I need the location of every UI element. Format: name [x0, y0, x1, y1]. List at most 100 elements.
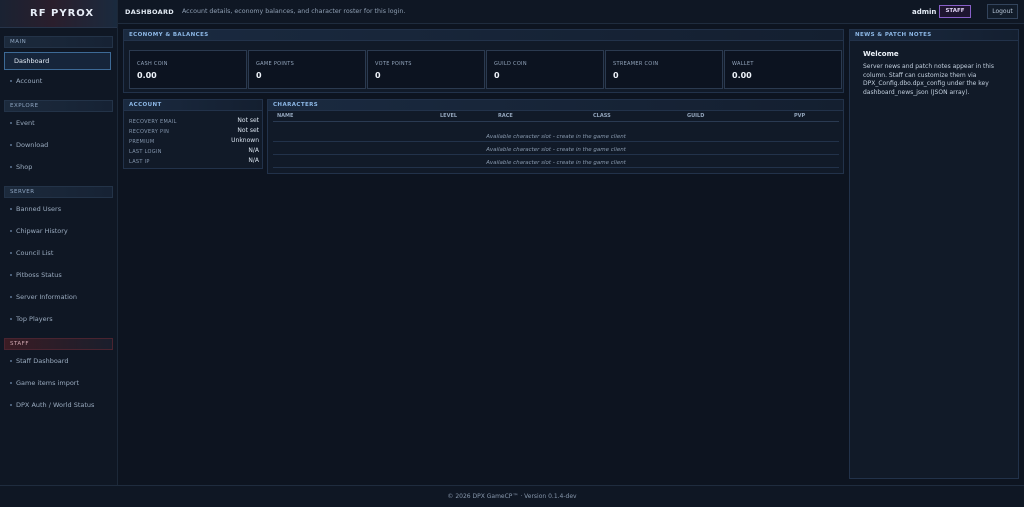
- bullet-icon: [10, 274, 12, 276]
- sidebar-item-staff-dashboard[interactable]: Staff Dashboard: [0, 350, 117, 372]
- column-header-race: RACE: [498, 113, 513, 119]
- balance-label: GAME POINTS: [256, 61, 295, 67]
- bullet-icon: [10, 318, 12, 320]
- bullet-icon: [10, 80, 12, 82]
- bullet-icon: [10, 382, 12, 384]
- character-slot-row: Available character slot - create in the…: [273, 145, 839, 155]
- sidebar-item-label: Server Information: [16, 293, 78, 301]
- account-value: Not set: [237, 127, 259, 134]
- sidebar-item-top-players[interactable]: Top Players: [0, 308, 117, 330]
- sidebar-item-label: Account: [16, 77, 43, 85]
- bullet-icon: [10, 122, 12, 124]
- guild-coin-box: GUILD COIN 0: [486, 50, 604, 89]
- balance-value: 0: [613, 71, 619, 80]
- news-panel: NEWS & PATCH NOTES Welcome Server news a…: [849, 29, 1019, 479]
- table-divider: [273, 121, 839, 122]
- game-points-box: GAME POINTS 0: [248, 50, 366, 89]
- account-key: LAST LOGIN: [129, 149, 162, 155]
- wallet-box: WALLET 0.00: [724, 50, 842, 89]
- bullet-icon: [10, 144, 12, 146]
- logout-button[interactable]: Logout: [987, 4, 1018, 19]
- character-slot-row: Available character slot - create in the…: [273, 158, 839, 168]
- account-row: PREMIUM Unknown: [129, 137, 259, 146]
- balance-label: STREAMER COIN: [613, 61, 659, 67]
- sidebar-item-pitboss-status[interactable]: Pitboss Status: [0, 264, 117, 286]
- vote-points-box: VOTE POINTS 0: [367, 50, 485, 89]
- character-slot-row: Available character slot - create in the…: [273, 132, 839, 142]
- sidebar-item-chipwar-history[interactable]: Chipwar History: [0, 220, 117, 242]
- sidebar-section-explore: EXPLORE: [4, 100, 113, 112]
- sidebar-item-label: Chipwar History: [16, 227, 68, 235]
- account-key: LAST IP: [129, 159, 150, 165]
- balance-label: CASH COIN: [137, 61, 168, 67]
- sidebar-item-download[interactable]: Download: [0, 134, 117, 156]
- bullet-icon: [10, 360, 12, 362]
- cash-coin-box: CASH COIN 0.00: [129, 50, 247, 89]
- balance-label: GUILD COIN: [494, 61, 527, 67]
- sidebar-item-label: Banned Users: [16, 205, 62, 213]
- sidebar-item-shop[interactable]: Shop: [0, 156, 117, 178]
- news-panel-title: NEWS & PATCH NOTES: [850, 30, 1018, 41]
- account-row: RECOVERY EMAIL Not set: [129, 117, 259, 126]
- sidebar-item-server-information[interactable]: Server Information: [0, 286, 117, 308]
- column-header-guild: GUILD: [687, 113, 705, 119]
- sidebar-item-dashboard[interactable]: Dashboard: [4, 52, 111, 70]
- bullet-icon: [10, 404, 12, 406]
- bullet-icon: [10, 252, 12, 254]
- sidebar: RF PYROX MAIN Dashboard Account EXPLORE …: [0, 0, 118, 485]
- sidebar-item-game-items-import[interactable]: Game items import: [0, 372, 117, 394]
- account-row: LAST IP N/A: [129, 157, 259, 166]
- username: admin: [912, 8, 937, 16]
- column-header-class: CLASS: [593, 113, 611, 119]
- sidebar-item-label: Top Players: [16, 315, 53, 323]
- sidebar-item-label: Pitboss Status: [16, 271, 62, 279]
- news-body: Server news and patch notes appear in th…: [863, 63, 994, 96]
- sidebar-item-label: Download: [16, 141, 49, 149]
- sidebar-item-account[interactable]: Account: [0, 70, 117, 92]
- sidebar-item-label: Game items import: [16, 379, 80, 387]
- sidebar-item-council-list[interactable]: Council List: [0, 242, 117, 264]
- account-value: N/A: [248, 157, 259, 164]
- brand-logo[interactable]: RF PYROX: [0, 0, 117, 28]
- sidebar-item-label: Shop: [16, 163, 33, 171]
- sidebar-item-label: DPX Auth / World Status: [16, 401, 95, 409]
- balance-value: 0: [256, 71, 262, 80]
- streamer-coin-box: STREAMER COIN 0: [605, 50, 723, 89]
- balance-label: VOTE POINTS: [375, 61, 412, 67]
- sidebar-item-label: Event: [16, 119, 35, 127]
- account-value: Unknown: [231, 137, 259, 144]
- economy-panel-title: ECONOMY & BALANCES: [124, 30, 843, 41]
- column-header-level: LEVEL: [440, 113, 458, 119]
- balance-value: 0.00: [137, 71, 157, 80]
- sidebar-item-dpx-auth[interactable]: DPX Auth / World Status: [0, 394, 117, 416]
- bullet-icon: [10, 166, 12, 168]
- page-subtitle: Account details, economy balances, and c…: [181, 8, 406, 15]
- account-panel-title: ACCOUNT: [124, 100, 262, 111]
- sidebar-item-event[interactable]: Event: [0, 112, 117, 134]
- account-value: Not set: [237, 117, 259, 124]
- balance-label: WALLET: [732, 61, 754, 67]
- account-key: PREMIUM: [129, 139, 155, 145]
- sidebar-section-main: MAIN: [4, 36, 113, 48]
- account-row: LAST LOGIN N/A: [129, 147, 259, 156]
- balance-value: 0: [494, 71, 500, 80]
- sidebar-section-server: SERVER: [4, 186, 113, 198]
- account-key: RECOVERY PIN: [129, 129, 170, 135]
- economy-panel: ECONOMY & BALANCES CASH COIN 0.00 GAME P…: [123, 29, 844, 93]
- page-title: DASHBOARD: [125, 7, 174, 16]
- column-header-name: NAME: [277, 113, 294, 119]
- account-row: RECOVERY PIN Not set: [129, 127, 259, 136]
- bullet-icon: [10, 208, 12, 210]
- top-bar: DASHBOARD Account details, economy balan…: [118, 0, 1024, 24]
- sidebar-section-staff: STAFF: [4, 338, 113, 350]
- balance-value: 0.00: [732, 71, 752, 80]
- characters-panel-title: CHARACTERS: [268, 100, 843, 111]
- news-heading: Welcome: [863, 50, 899, 58]
- sidebar-item-label: Council List: [16, 249, 54, 257]
- bullet-icon: [10, 230, 12, 232]
- footer: © 2026 DPX GameCP™ · Version 0.1.4-dev: [0, 485, 1024, 507]
- role-badge: STAFF: [939, 5, 971, 18]
- account-value: N/A: [248, 147, 259, 154]
- column-header-pvp: PVP: [794, 113, 806, 119]
- sidebar-item-banned-users[interactable]: Banned Users: [0, 198, 117, 220]
